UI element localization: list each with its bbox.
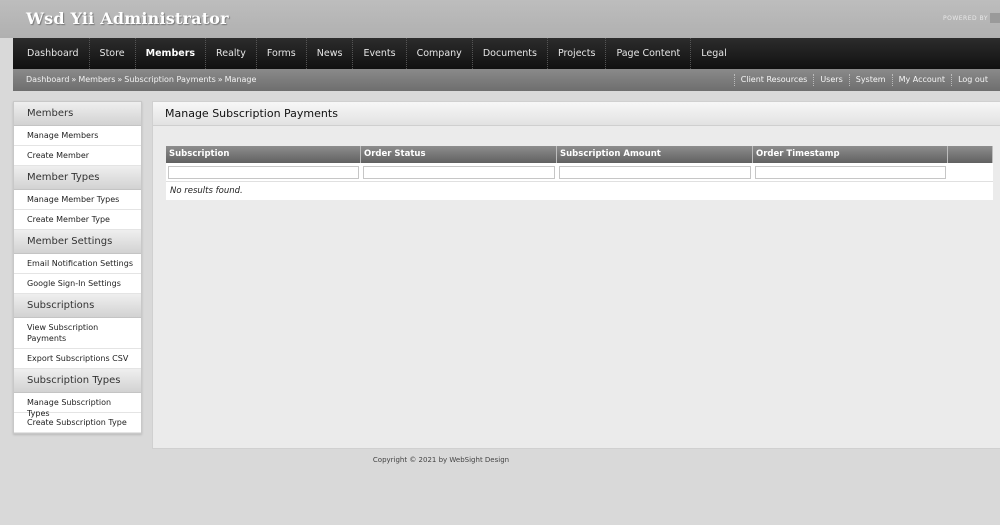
column-header-order-status[interactable]: Order Status bbox=[361, 146, 557, 163]
breadcrumb-current: Manage bbox=[224, 75, 257, 84]
breadcrumb-dashboard[interactable]: Dashboard bbox=[26, 75, 69, 84]
column-header-subscription-amount[interactable]: Subscription Amount bbox=[557, 146, 753, 163]
client-resources-link[interactable]: Client Resources bbox=[733, 74, 814, 86]
menu-item-company[interactable]: Company bbox=[407, 38, 473, 69]
menu-item-store[interactable]: Store bbox=[90, 38, 136, 69]
filter-order-status-input[interactable] bbox=[363, 165, 555, 179]
column-header-order-timestamp[interactable]: Order Timestamp bbox=[753, 146, 948, 163]
column-header-subscription[interactable]: Subscription bbox=[166, 146, 361, 163]
column-header-actions bbox=[948, 146, 993, 163]
menu-item-realty[interactable]: Realty bbox=[206, 38, 257, 69]
sidebar-heading-member-types: Member Types bbox=[14, 166, 141, 190]
sidebar-item-create-member-type[interactable]: Create Member Type bbox=[14, 210, 141, 230]
menu-item-page-content[interactable]: Page Content bbox=[606, 38, 692, 69]
powered-by-logo-icon bbox=[990, 13, 1000, 23]
filter-cell bbox=[361, 165, 557, 179]
menu-item-documents[interactable]: Documents bbox=[473, 38, 548, 69]
powered-by-label: POWERED BY bbox=[942, 15, 988, 22]
page-title: Manage Subscription Payments bbox=[153, 102, 1000, 126]
system-link[interactable]: System bbox=[848, 74, 892, 86]
grid-header-row: Subscription Order Status Subscription A… bbox=[166, 146, 993, 163]
sidebar-item-create-member[interactable]: Create Member bbox=[14, 146, 141, 166]
site-header: Wsd Yii Administrator POWERED BY bbox=[0, 0, 1000, 38]
breadcrumb-subscription-payments[interactable]: Subscription Payments bbox=[124, 75, 215, 84]
main-content: Manage Subscription Payments Subscriptio… bbox=[152, 101, 1000, 449]
sidebar-item-google-sign-in-settings[interactable]: Google Sign-In Settings bbox=[14, 274, 141, 294]
sub-bar: Dashboard» Members» Subscription Payments»… bbox=[13, 69, 1000, 91]
menu-item-dashboard[interactable]: Dashboard bbox=[13, 38, 90, 69]
filter-cell bbox=[753, 165, 948, 179]
breadcrumb-separator: » bbox=[217, 75, 223, 84]
sidebar-item-manage-member-types[interactable]: Manage Member Types bbox=[14, 190, 141, 210]
menu-item-news[interactable]: News bbox=[307, 38, 354, 69]
sidebar-item-manage-subscription-types[interactable]: Manage Subscription Types bbox=[14, 393, 141, 418]
sidebar-heading-subscriptions: Subscriptions bbox=[14, 294, 141, 318]
breadcrumb-separator: » bbox=[71, 75, 77, 84]
filter-order-timestamp-input[interactable] bbox=[755, 165, 946, 179]
my-account-link[interactable]: My Account bbox=[891, 74, 951, 86]
filter-cell bbox=[557, 165, 753, 179]
breadcrumb: Dashboard» Members» Subscription Payments»… bbox=[26, 69, 256, 91]
breadcrumb-members[interactable]: Members bbox=[78, 75, 115, 84]
sidebar-item-manage-members[interactable]: Manage Members bbox=[14, 126, 141, 146]
users-link[interactable]: Users bbox=[813, 74, 848, 86]
menu-item-events[interactable]: Events bbox=[353, 38, 407, 69]
sidebar: Members Manage Members Create Member Mem… bbox=[13, 101, 142, 434]
filter-subscription-amount-input[interactable] bbox=[559, 165, 751, 179]
breadcrumb-separator: » bbox=[117, 75, 123, 84]
empty-results-message: No results found. bbox=[166, 182, 993, 200]
subscription-payments-grid: Subscription Order Status Subscription A… bbox=[166, 146, 993, 200]
menu-item-projects[interactable]: Projects bbox=[548, 38, 607, 69]
menu-item-members[interactable]: Members bbox=[136, 38, 207, 69]
footer-copyright: Copyright © 2021 by WebSight Design bbox=[372, 456, 510, 464]
sidebar-heading-members: Members bbox=[14, 102, 141, 126]
sidebar-heading-subscription-types: Subscription Types bbox=[14, 369, 141, 393]
grid-filter-row bbox=[166, 163, 993, 182]
utility-links: Client Resources Users System My Account… bbox=[733, 69, 994, 91]
site-title: Wsd Yii Administrator bbox=[26, 9, 229, 28]
log-out-link[interactable]: Log out bbox=[951, 74, 994, 86]
sidebar-item-email-notification-settings[interactable]: Email Notification Settings bbox=[14, 254, 141, 274]
sidebar-item-view-subscription-payments[interactable]: View Subscription Payments bbox=[14, 318, 141, 349]
menu-item-forms[interactable]: Forms bbox=[257, 38, 307, 69]
filter-subscription-input[interactable] bbox=[168, 165, 359, 179]
filter-cell bbox=[166, 165, 361, 179]
main-menu: Dashboard Store Members Realty Forms New… bbox=[13, 38, 1000, 69]
sidebar-item-export-subscriptions-csv[interactable]: Export Subscriptions CSV bbox=[14, 349, 141, 369]
sidebar-heading-member-settings: Member Settings bbox=[14, 230, 141, 254]
menu-item-legal[interactable]: Legal bbox=[691, 38, 736, 69]
